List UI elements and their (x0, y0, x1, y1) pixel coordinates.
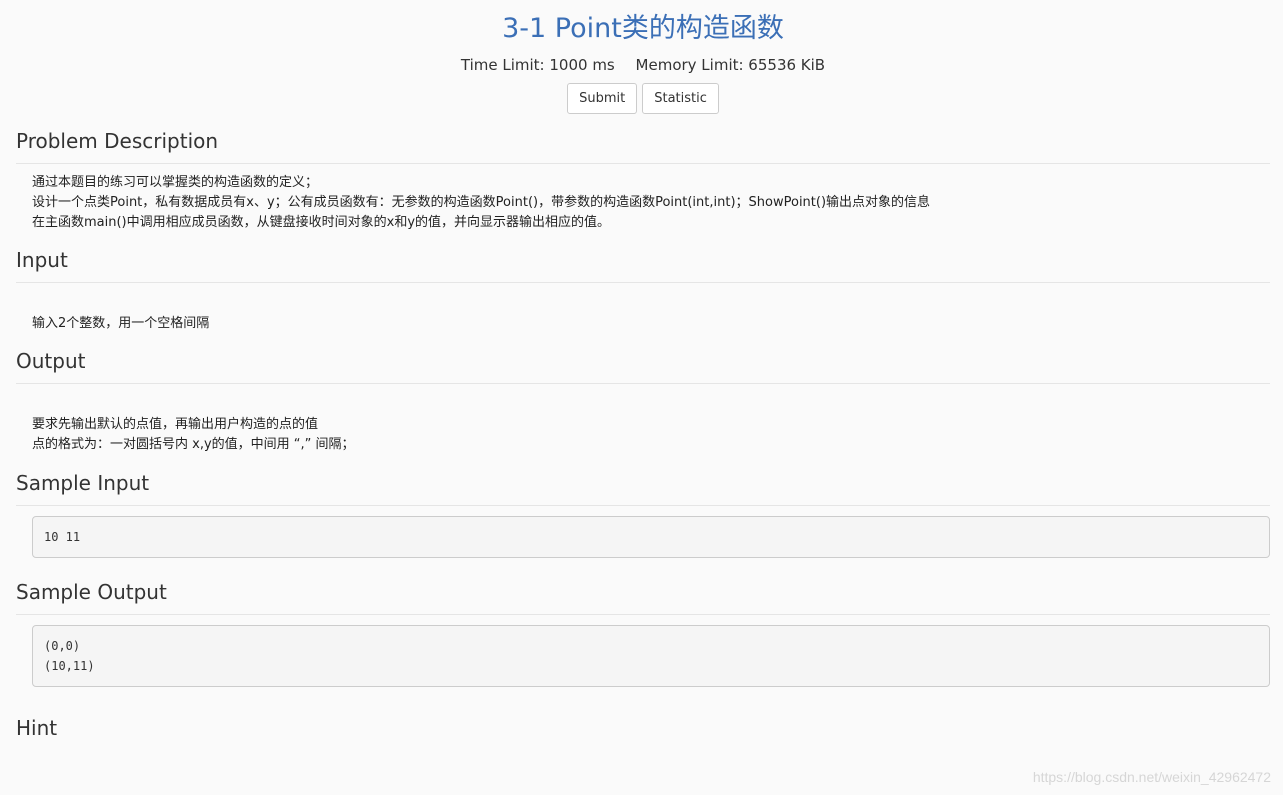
output-heading: Output (16, 348, 1270, 384)
description-line: 通过本题目的练习可以掌握类的构造函数的定义； (32, 175, 319, 190)
sample-output-heading: Sample Output (16, 579, 1270, 615)
output-line: 要求先输出默认的点值，再输出用户构造的点的值 (32, 417, 319, 432)
description-line: 在主函数main()中调用相应成员函数，从键盘接收时间对象的x和y的值，并向显示… (32, 215, 611, 230)
sample-input-box: 10 11 (32, 516, 1270, 558)
description-body: 通过本题目的练习可以掌握类的构造函数的定义； 设计一个点类Point，私有数据成… (16, 173, 1270, 233)
action-buttons: Submit Statistic (16, 83, 1270, 114)
description-line: 设计一个点类Point，私有数据成员有x、y；公有成员函数有：无参数的构造函数P… (32, 195, 931, 210)
input-body: 输入2个整数，用一个空格间隔 (16, 314, 1270, 334)
output-body: 要求先输出默认的点值，再输出用户构造的点的值 点的格式为：一对圆括号内 x,y的… (16, 415, 1270, 455)
sample-input-section: Sample Input 10 11 (16, 470, 1270, 558)
input-section: Input 输入2个整数，用一个空格间隔 (16, 247, 1270, 334)
sample-input-heading: Sample Input (16, 470, 1270, 506)
problem-page: 3-1 Point类的构造函数 Time Limit: 1000 ms Memo… (16, 0, 1270, 750)
description-heading: Problem Description (16, 128, 1270, 164)
input-line: 输入2个整数，用一个空格间隔 (32, 316, 210, 331)
statistic-button[interactable]: Statistic (642, 83, 719, 114)
hint-heading: Hint (16, 716, 58, 740)
sample-output-section: Sample Output (0,0) (10,11) (16, 579, 1270, 687)
output-section: Output 要求先输出默认的点值，再输出用户构造的点的值 点的格式为：一对圆括… (16, 348, 1270, 455)
description-section: Problem Description 通过本题目的练习可以掌握类的构造函数的定… (16, 128, 1270, 233)
input-heading: Input (16, 247, 1270, 283)
time-limit: Time Limit: 1000 ms (460, 56, 615, 74)
hint-section: Hint (16, 715, 1270, 750)
sample-output-box: (0,0) (10,11) (32, 625, 1270, 687)
problem-header: 3-1 Point类的构造函数 Time Limit: 1000 ms Memo… (16, 0, 1270, 114)
watermark: https://blog.csdn.net/weixin_42962472 (1032, 769, 1271, 785)
output-line: 点的格式为：一对圆括号内 x,y的值，中间用 “,” 间隔； (32, 437, 355, 452)
submit-button[interactable]: Submit (567, 83, 638, 114)
problem-title: 3-1 Point类的构造函数 (502, 13, 784, 44)
memory-limit: Memory Limit: 65536 KiB (635, 56, 826, 74)
limits-row: Time Limit: 1000 ms Memory Limit: 65536 … (16, 55, 1270, 75)
